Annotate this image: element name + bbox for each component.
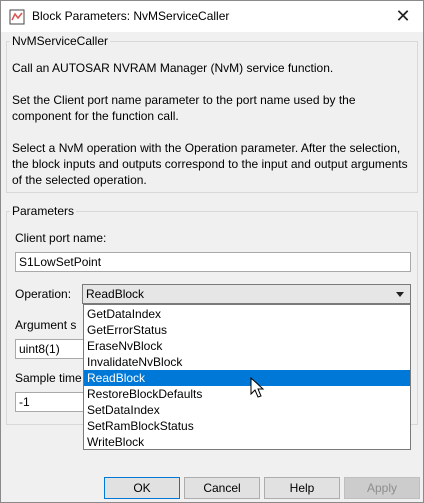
description-line-3: Select a NvM operation with the Operatio…: [12, 141, 408, 187]
option-get-data-index[interactable]: GetDataIndex: [84, 306, 410, 322]
option-set-ram-block-status[interactable]: SetRamBlockStatus: [84, 418, 410, 434]
simulink-app-icon: [9, 9, 25, 25]
help-button[interactable]: Help: [264, 477, 340, 499]
option-write-block[interactable]: WriteBlock: [84, 434, 410, 450]
option-invalidate-nv-block[interactable]: InvalidateNvBlock: [84, 354, 410, 370]
client-port-input[interactable]: S1LowSetPoint: [15, 252, 411, 272]
client-port-label: Client port name:: [15, 231, 107, 245]
mouse-pointer-icon: [250, 377, 264, 398]
description-line-1: Call an AUTOSAR NVRAM Manager (NvM) serv…: [12, 61, 334, 75]
cancel-button[interactable]: Cancel: [184, 477, 260, 499]
option-erase-nv-block[interactable]: EraseNvBlock: [84, 338, 410, 354]
description-line-2: Set the Client port name parameter to th…: [12, 93, 356, 123]
sample-time-label: Sample time: [15, 371, 82, 385]
operation-label: Operation:: [15, 287, 72, 301]
apply-button[interactable]: Apply: [344, 477, 420, 499]
option-read-block[interactable]: ReadBlock: [84, 370, 410, 386]
operation-select[interactable]: ReadBlock: [82, 284, 411, 304]
chevron-down-icon: [396, 292, 404, 297]
window-title: Block Parameters: NvMServiceCaller: [32, 9, 230, 23]
option-restore-block-defaults[interactable]: RestoreBlockDefaults: [84, 386, 410, 402]
option-get-error-status[interactable]: GetErrorStatus: [84, 322, 410, 338]
dialog-window: Block Parameters: NvMServiceCaller ✕ NvM…: [0, 0, 424, 503]
option-set-data-index[interactable]: SetDataIndex: [84, 402, 410, 418]
parameters-group-label: Parameters: [10, 204, 77, 218]
close-icon: ✕: [395, 6, 411, 26]
description-group-label: NvMServiceCaller: [10, 34, 111, 48]
operation-dropdown-list[interactable]: GetDataIndex GetErrorStatus EraseNvBlock…: [83, 304, 411, 450]
title-bar[interactable]: Block Parameters: NvMServiceCaller ✕: [1, 1, 423, 32]
close-button[interactable]: ✕: [383, 1, 423, 32]
operation-select-value: ReadBlock: [86, 287, 145, 301]
argument-label: Argument s: [15, 318, 77, 332]
ok-button[interactable]: OK: [104, 477, 180, 499]
